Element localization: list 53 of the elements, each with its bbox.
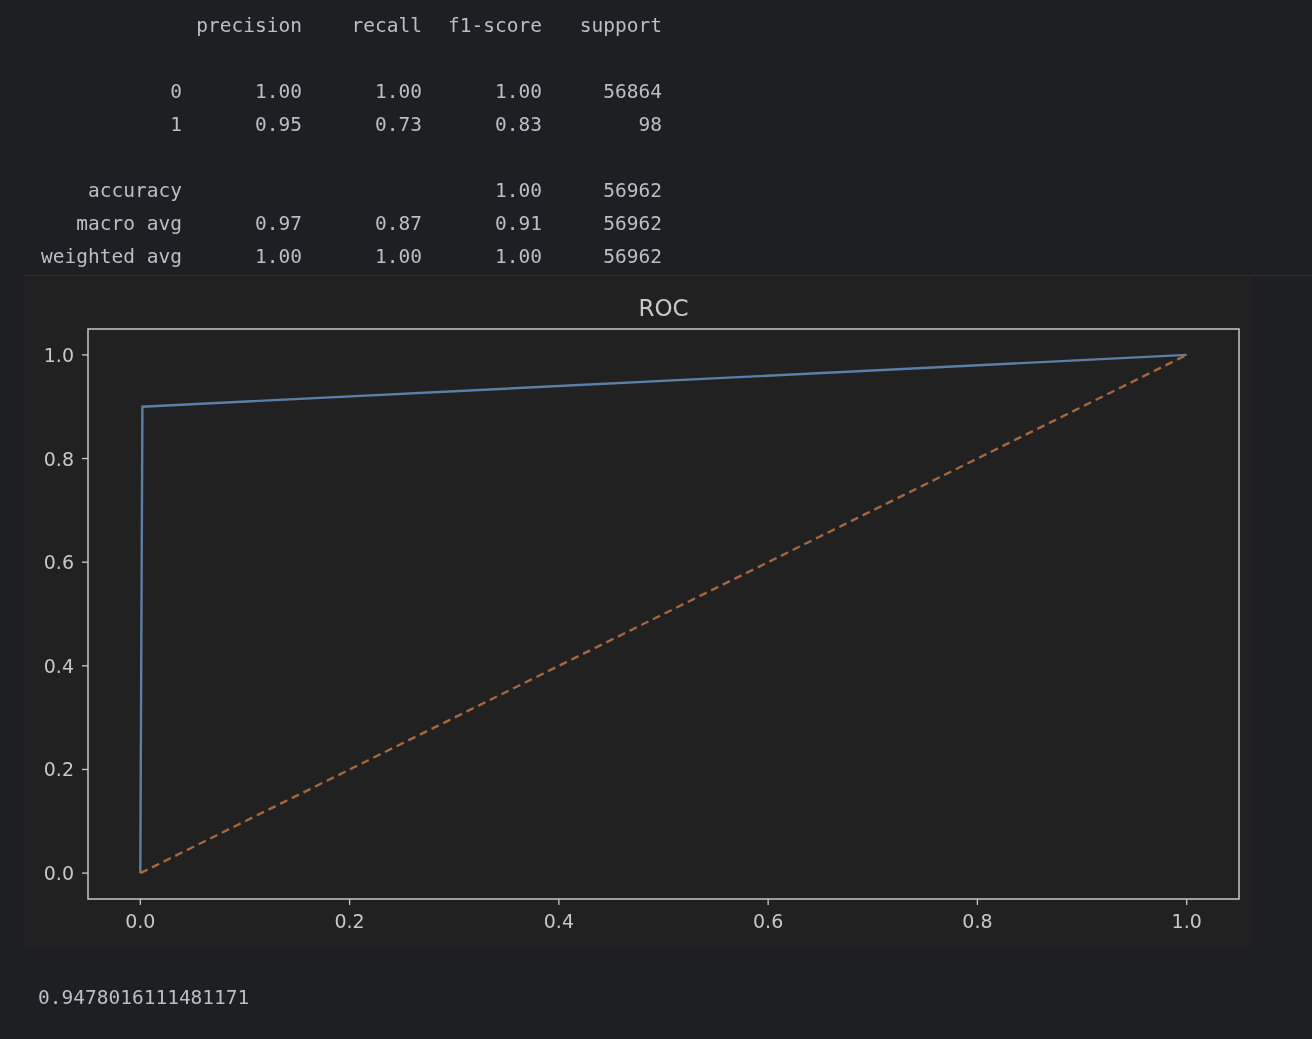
- tick-mark: [81, 354, 89, 356]
- table-cell-text: 1.00: [494, 179, 542, 202]
- table-cell-text: 98: [637, 113, 662, 136]
- tick-mark: [81, 872, 89, 874]
- table-cell-text: 56962: [602, 212, 662, 235]
- tick-label: 0.2: [43, 758, 74, 781]
- table-cell-text: 0.91: [494, 212, 542, 235]
- table-cell-text: 56864: [602, 80, 662, 103]
- tick-label: 0.0: [125, 910, 156, 932]
- table-cell-text: 0.97: [254, 212, 302, 235]
- tick-label: 0.2: [334, 910, 365, 932]
- column-header: recall: [350, 14, 422, 37]
- table-cell-text: 1.00: [254, 80, 302, 103]
- table-cell-text: 0.95: [254, 113, 302, 136]
- row-label: macro avg: [75, 212, 182, 235]
- tick-mark: [139, 898, 141, 906]
- column-header: support: [578, 14, 662, 37]
- tick-label: 0.8: [962, 910, 993, 932]
- table-cell-text: 0.83: [494, 113, 542, 136]
- table-cell-text: 1.00: [494, 80, 542, 103]
- tick-label: 0.0: [43, 862, 74, 885]
- tick-mark: [1186, 898, 1188, 906]
- row-label: weighted avg: [40, 245, 182, 268]
- tick-label: 1.0: [43, 343, 74, 366]
- row-label: 1: [169, 113, 182, 136]
- result-value: 0.9478016111481171: [38, 986, 250, 1009]
- column-header: f1-score: [447, 14, 542, 37]
- table-cell-text: 0.73: [374, 113, 422, 136]
- row-label: 0: [169, 80, 182, 103]
- tick-mark: [348, 898, 351, 906]
- table-cell-text: 1.00: [374, 245, 422, 268]
- tick-mark: [81, 457, 89, 460]
- tick-label: 0.8: [43, 447, 74, 470]
- row-label: accuracy: [87, 179, 182, 202]
- tick-mark: [558, 898, 560, 906]
- tick-mark: [81, 665, 89, 667]
- tick-label: 0.6: [43, 551, 74, 574]
- table-cell-text: 1.00: [254, 245, 302, 268]
- table-cell-text: 0.87: [374, 212, 422, 235]
- tick-label: 1.0: [1171, 910, 1202, 932]
- tick-mark: [81, 561, 89, 563]
- tick-mark: [976, 898, 979, 906]
- column-header: precision: [195, 14, 302, 37]
- table-cell-text: 56962: [602, 179, 662, 202]
- tick-label: 0.4: [543, 910, 574, 932]
- chart-title: ROC: [638, 295, 689, 321]
- table-cell-text: 1.00: [494, 245, 542, 268]
- tick-label: 0.6: [753, 910, 784, 932]
- tick-label: 0.4: [43, 654, 74, 677]
- table-cell-text: 1.00: [374, 80, 422, 103]
- tick-mark: [767, 898, 769, 906]
- tick-mark: [81, 768, 89, 771]
- table-cell-text: 56962: [602, 245, 662, 268]
